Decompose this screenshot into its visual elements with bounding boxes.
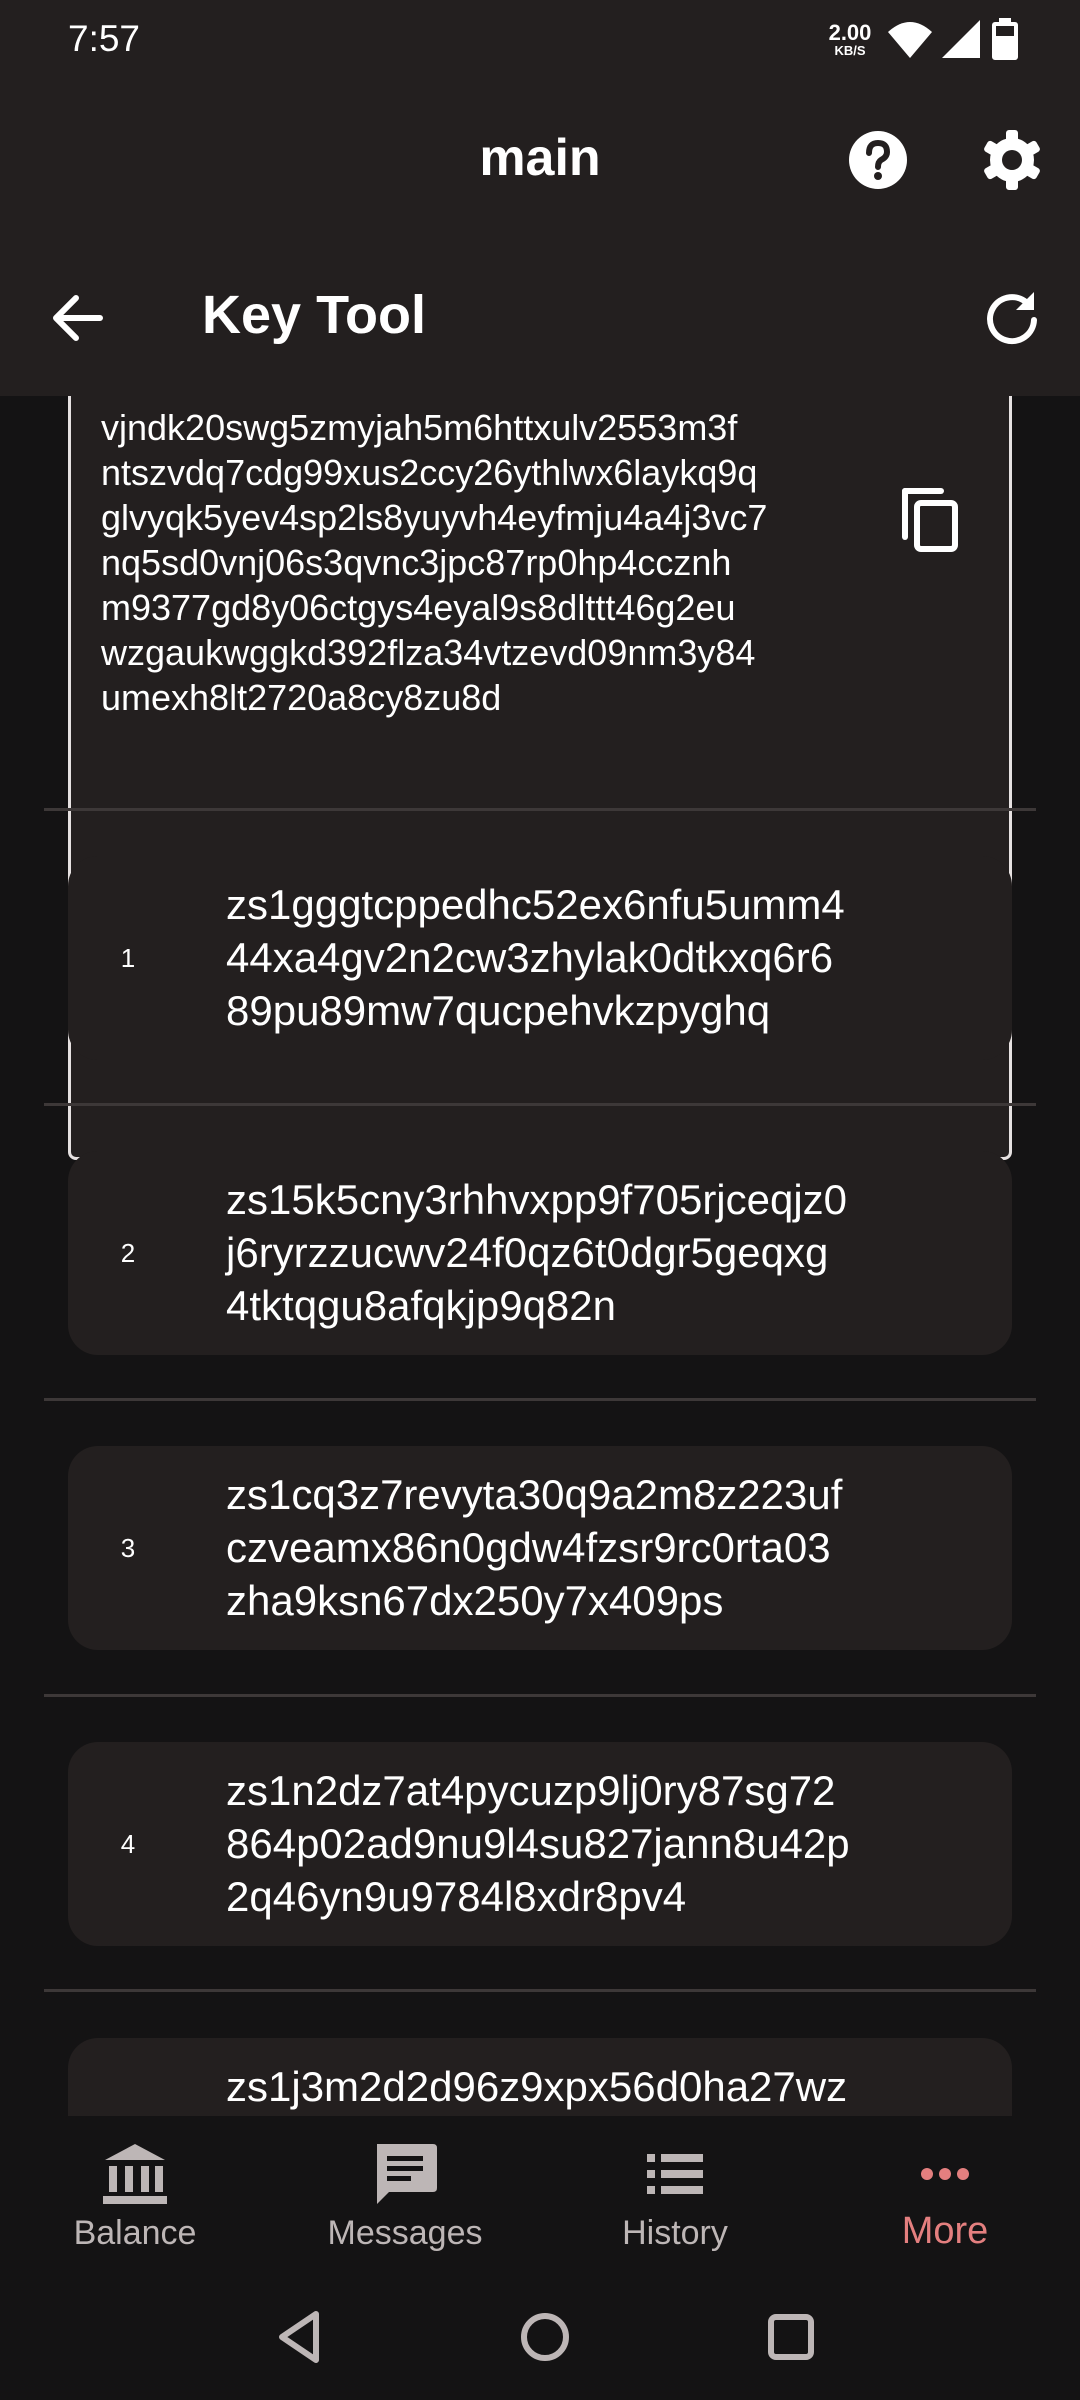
divider <box>44 808 1036 811</box>
status-time: 7:57 <box>68 18 141 59</box>
address-index: 3 <box>120 1533 136 1563</box>
divider <box>44 1989 1036 1992</box>
address-index <box>108 2038 148 2116</box>
more-dots-icon <box>921 2168 969 2180</box>
signal-icon <box>942 20 980 58</box>
divider <box>44 1694 1036 1697</box>
network-speed-unit: KB/S <box>834 43 866 58</box>
nav-balance-label: Balance <box>73 2214 197 2252</box>
nav-more[interactable]: More <box>810 2116 1080 2272</box>
nav-more-label: More <box>901 2210 989 2252</box>
key-tool-header: Key Tool <box>0 240 1080 396</box>
app-bar: main <box>0 80 1080 240</box>
address-card-3[interactable]: 3 zs1cq3z7revyta30q9a2m8z223uf czveamx86… <box>68 1446 1012 1650</box>
status-bar: 7:57 2.00 KB/S <box>0 0 1080 80</box>
app-title: main <box>479 129 601 187</box>
help-icon[interactable] <box>842 124 914 196</box>
viewing-key-text: vjndk20swg5zmyjah5m6httxulv2553m3f ntszv… <box>101 407 768 718</box>
bottom-navigation: Balance Messages History More <box>0 2116 1080 2272</box>
network-speed: 2.00 KB/S <box>824 20 876 58</box>
address-text: zs15k5cny3rhhvxpp9f705rjceqjz0 j6ryrzzuc… <box>226 1176 848 1329</box>
back-arrow-icon[interactable] <box>42 282 114 354</box>
address-index: 4 <box>120 1829 136 1859</box>
nav-messages-label: Messages <box>327 2214 483 2252</box>
wifi-icon <box>888 22 932 58</box>
battery-icon <box>992 18 1018 60</box>
nav-balance[interactable]: Balance <box>0 2116 270 2272</box>
address-text: zs1gggtcppedhc52ex6nfu5umm4 44xa4gv2n2cw… <box>226 881 845 1034</box>
divider <box>44 1103 1036 1106</box>
address-card-2[interactable]: 2 zs15k5cny3rhhvxpp9f705rjceqjz0 j6ryrzz… <box>68 1151 1012 1355</box>
address-text: zs1cq3z7revyta30q9a2m8z223uf czveamx86n0… <box>226 1471 843 1624</box>
bank-icon <box>103 2144 167 2204</box>
settings-icon[interactable] <box>976 124 1048 196</box>
address-card-5[interactable]: zs1j3m2d2d96z9xpx56d0ha27wz <box>68 2038 1012 2116</box>
refresh-icon[interactable] <box>976 282 1048 354</box>
divider <box>44 1398 1036 1401</box>
address-index: 2 <box>120 1238 136 1268</box>
nav-messages[interactable]: Messages <box>270 2116 540 2272</box>
network-speed-value: 2.00 <box>828 20 872 45</box>
address-card-4[interactable]: 4 zs1n2dz7at4pycuzp9lj0ry87sg72 864p02ad… <box>68 1742 1012 1946</box>
key-list[interactable]: vjndk20swg5zmyjah5m6httxulv2553m3f ntszv… <box>0 396 1080 2116</box>
address-text: zs1j3m2d2d96z9xpx56d0ha27wz <box>226 2063 848 2110</box>
system-navigation <box>0 2272 1080 2400</box>
nav-history[interactable]: History <box>540 2116 810 2272</box>
key-tool-title: Key Tool <box>202 285 427 345</box>
address-card-1[interactable]: 1 zs1gggtcppedhc52ex6nfu5umm4 44xa4gv2n2… <box>68 856 1012 1060</box>
system-back-icon[interactable] <box>264 2302 334 2372</box>
address-index: 1 <box>120 943 136 973</box>
system-recents-icon[interactable] <box>756 2302 826 2372</box>
message-icon <box>377 2144 437 2204</box>
nav-history-label: History <box>622 2214 728 2252</box>
address-text: zs1n2dz7at4pycuzp9lj0ry87sg72 864p02ad9n… <box>226 1767 850 1920</box>
list-icon <box>647 2154 703 2194</box>
system-home-icon[interactable] <box>510 2302 580 2372</box>
copy-icon[interactable] <box>891 477 971 557</box>
